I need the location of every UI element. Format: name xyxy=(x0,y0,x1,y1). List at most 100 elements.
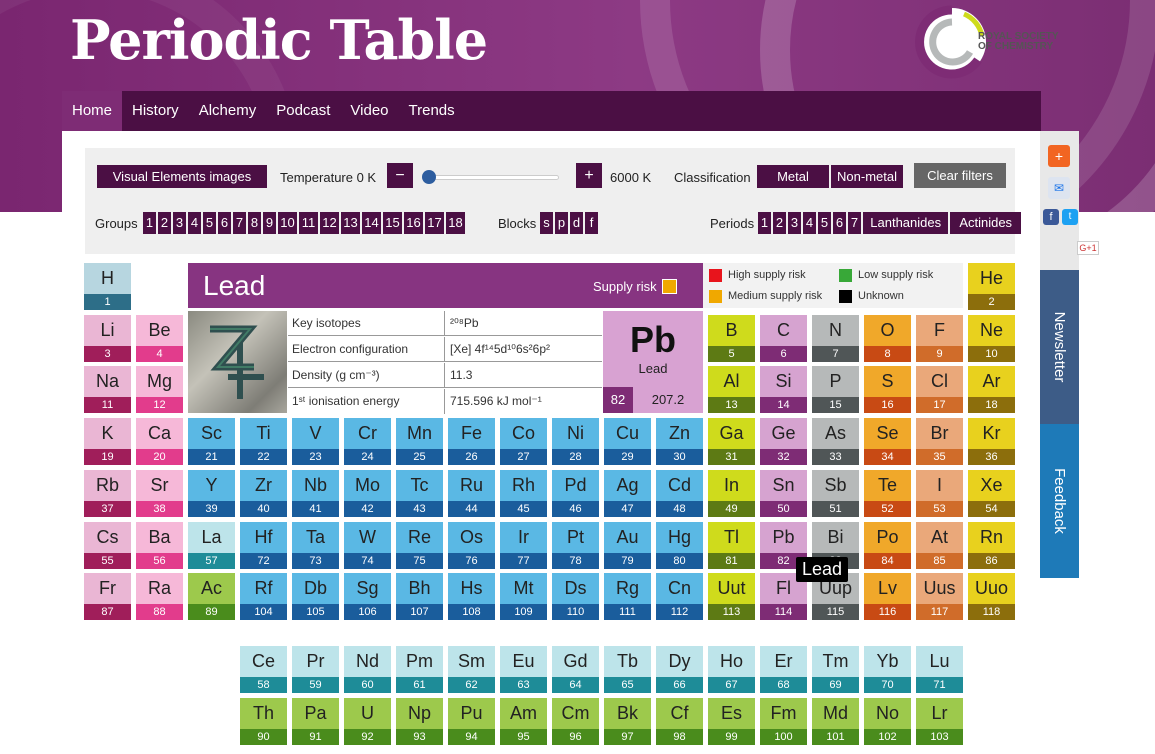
block-button-d[interactable]: d xyxy=(570,212,583,234)
element-b[interactable]: B5 xyxy=(708,314,755,362)
group-button-17[interactable]: 17 xyxy=(425,212,444,234)
group-button-11[interactable]: 11 xyxy=(299,212,318,234)
element-rb[interactable]: Rb 37 xyxy=(84,469,131,517)
element-np[interactable]: Np 93 xyxy=(396,698,443,745)
element-ar[interactable]: Ar 18 xyxy=(968,366,1015,414)
element-sb[interactable]: Sb 51 xyxy=(812,469,859,517)
element-cl[interactable]: Cl 17 xyxy=(916,366,963,414)
element-re[interactable]: Re 75 xyxy=(396,521,443,569)
element-ge[interactable]: Ge 32 xyxy=(760,418,807,466)
element-yb[interactable]: Yb 70 xyxy=(864,646,911,693)
nav-trends[interactable]: Trends xyxy=(399,91,465,131)
element-am[interactable]: Am 95 xyxy=(500,698,547,745)
group-button-10[interactable]: 10 xyxy=(278,212,297,234)
clear-filters-button[interactable]: Clear filters xyxy=(914,163,1006,188)
temperature-plus-button[interactable]: + xyxy=(576,163,602,188)
element-i[interactable]: I 53 xyxy=(916,469,963,517)
element-dy[interactable]: Dy 66 xyxy=(656,646,703,693)
element-au[interactable]: Au 79 xyxy=(604,521,651,569)
nav-podcast[interactable]: Podcast xyxy=(266,91,340,131)
element-ca[interactable]: Ca 20 xyxy=(136,418,183,466)
element-no[interactable]: No 102 xyxy=(864,698,911,745)
nonmetal-filter-button[interactable]: Non-metal xyxy=(831,165,903,188)
element-tl[interactable]: Tl 81 xyxy=(708,521,755,569)
period-button-actinides[interactable]: Actinides xyxy=(950,212,1021,234)
nav-video[interactable]: Video xyxy=(340,91,398,131)
element-si[interactable]: Si 14 xyxy=(760,366,807,414)
email-icon[interactable]: ✉ xyxy=(1048,177,1070,199)
element-ti[interactable]: Ti 22 xyxy=(240,418,287,466)
element-p[interactable]: P 15 xyxy=(812,366,859,414)
element-mt[interactable]: Mt 109 xyxy=(500,573,547,621)
element-as[interactable]: As 33 xyxy=(812,418,859,466)
group-button-12[interactable]: 12 xyxy=(320,212,339,234)
visual-elements-button[interactable]: Visual Elements images xyxy=(97,165,267,188)
element-ru[interactable]: Ru 44 xyxy=(448,469,495,517)
element-ta[interactable]: Ta 73 xyxy=(292,521,339,569)
element-fe[interactable]: Fe 26 xyxy=(448,418,495,466)
element-f[interactable]: F9 xyxy=(916,314,963,362)
element-db[interactable]: Db 105 xyxy=(292,573,339,621)
element-ga[interactable]: Ga 31 xyxy=(708,418,755,466)
element-th[interactable]: Th 90 xyxy=(240,698,287,745)
group-button-3[interactable]: 3 xyxy=(173,212,186,234)
element-zn[interactable]: Zn 30 xyxy=(656,418,703,466)
element-la[interactable]: La 57 xyxy=(188,521,235,569)
period-button-5[interactable]: 5 xyxy=(818,212,831,234)
element-ho[interactable]: Ho 67 xyxy=(708,646,755,693)
element-he[interactable]: He 2 xyxy=(968,263,1015,310)
element-pa[interactable]: Pa 91 xyxy=(292,698,339,745)
element-rh[interactable]: Rh 45 xyxy=(500,469,547,517)
element-ba[interactable]: Ba 56 xyxy=(136,521,183,569)
element-pr[interactable]: Pr 59 xyxy=(292,646,339,693)
google-plus-button[interactable]: G+1 xyxy=(1077,241,1099,255)
element-cn[interactable]: Cn 112 xyxy=(656,573,703,621)
block-button-f[interactable]: f xyxy=(585,212,598,234)
element-nd[interactable]: Nd 60 xyxy=(344,646,391,693)
element-cs[interactable]: Cs 55 xyxy=(84,521,131,569)
element-uuo[interactable]: Uuo 118 xyxy=(968,573,1015,621)
element-hg[interactable]: Hg 80 xyxy=(656,521,703,569)
element-cd[interactable]: Cd 48 xyxy=(656,469,703,517)
add-share-icon[interactable]: + xyxy=(1048,145,1070,167)
element-hs[interactable]: Hs 108 xyxy=(448,573,495,621)
element-lu[interactable]: Lu 71 xyxy=(916,646,963,693)
element-y[interactable]: Y 39 xyxy=(188,469,235,517)
element-rn[interactable]: Rn 86 xyxy=(968,521,1015,569)
period-button-1[interactable]: 1 xyxy=(758,212,771,234)
element-ac[interactable]: Ac 89 xyxy=(188,573,235,621)
element-mo[interactable]: Mo 42 xyxy=(344,469,391,517)
element-hf[interactable]: Hf 72 xyxy=(240,521,287,569)
temperature-slider-knob[interactable] xyxy=(422,170,436,184)
nav-history[interactable]: History xyxy=(122,91,189,131)
period-button-lanthanides[interactable]: Lanthanides xyxy=(863,212,949,234)
group-button-7[interactable]: 7 xyxy=(233,212,246,234)
element-cr[interactable]: Cr 24 xyxy=(344,418,391,466)
element-cf[interactable]: Cf 98 xyxy=(656,698,703,745)
temperature-minus-button[interactable]: − xyxy=(387,163,413,188)
element-o[interactable]: O8 xyxy=(864,314,911,362)
element-pt[interactable]: Pt 78 xyxy=(552,521,599,569)
element-cu[interactable]: Cu 29 xyxy=(604,418,651,466)
period-button-4[interactable]: 4 xyxy=(803,212,816,234)
element-pu[interactable]: Pu 94 xyxy=(448,698,495,745)
element-xe[interactable]: Xe 54 xyxy=(968,469,1015,517)
element-ds[interactable]: Ds 110 xyxy=(552,573,599,621)
element-ne[interactable]: Ne 10 xyxy=(968,314,1015,362)
element-rf[interactable]: Rf 104 xyxy=(240,573,287,621)
element-se[interactable]: Se 34 xyxy=(864,418,911,466)
element-er[interactable]: Er 68 xyxy=(760,646,807,693)
element-ag[interactable]: Ag 47 xyxy=(604,469,651,517)
element-mn[interactable]: Mn 25 xyxy=(396,418,443,466)
element-sr[interactable]: Sr 38 xyxy=(136,469,183,517)
group-button-13[interactable]: 13 xyxy=(341,212,360,234)
element-v[interactable]: V 23 xyxy=(292,418,339,466)
group-button-1[interactable]: 1 xyxy=(143,212,156,234)
element-nb[interactable]: Nb 41 xyxy=(292,469,339,517)
element-pm[interactable]: Pm 61 xyxy=(396,646,443,693)
element-sc[interactable]: Sc 21 xyxy=(188,418,235,466)
element-al[interactable]: Al 13 xyxy=(708,366,755,414)
element-li[interactable]: Li 3 xyxy=(84,314,131,362)
element-es[interactable]: Es 99 xyxy=(708,698,755,745)
element-ce[interactable]: Ce 58 xyxy=(240,646,287,693)
